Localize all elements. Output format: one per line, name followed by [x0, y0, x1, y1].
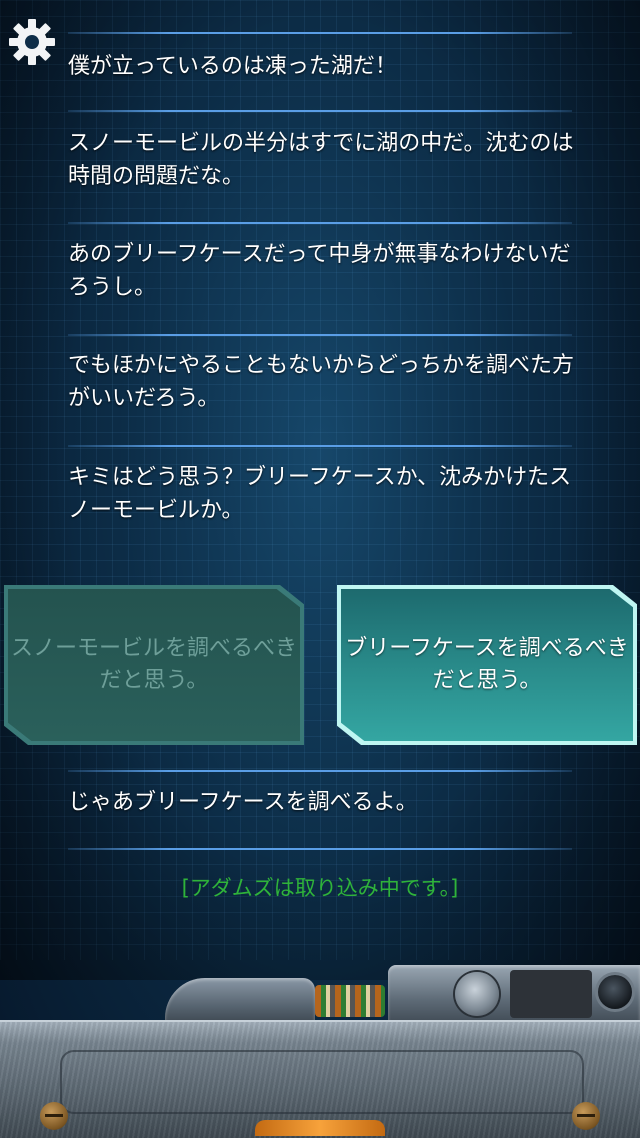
- dial-knob-icon: [455, 972, 499, 1016]
- device-bevel: [60, 1050, 584, 1114]
- message-separator: [68, 848, 572, 850]
- message-separator: [68, 32, 572, 34]
- message-separator: [68, 770, 572, 772]
- gear-icon[interactable]: [6, 16, 58, 68]
- reply-line: じゃあブリーフケースを調べるよ。: [68, 790, 418, 815]
- message-line: でもほかにやることもないからどっちかを調べた方がいいだろう。: [68, 353, 575, 411]
- message-line: 僕が立っているのは凍った湖だ！: [68, 54, 397, 79]
- device-glow: [255, 1120, 385, 1136]
- message-line: スノーモービルの半分はすでに湖の中だ。沈むのは時間の問題だな。: [68, 131, 574, 189]
- message-separator: [68, 222, 572, 224]
- device-housing-left: [165, 978, 315, 1026]
- message-line: キミはどう思う？ブリーフケースか、沈みかけたスノーモービルか。: [68, 465, 572, 523]
- screw-icon: [572, 1102, 600, 1130]
- choice-briefcase-button[interactable]: ブリーフケースを調べるべきだと思う。: [337, 585, 637, 745]
- device-panel: [510, 970, 592, 1018]
- screw-icon: [40, 1102, 68, 1130]
- wires-decoration: [315, 985, 385, 1017]
- message-line: あのブリーフケースだって中身が無事なわけないだろうし。: [68, 242, 571, 300]
- indicator-light-icon: [598, 975, 632, 1009]
- message-separator: [68, 334, 572, 336]
- message-separator: [68, 445, 572, 447]
- choice-snowmobile-button[interactable]: スノーモービルを調べるべきだと思う。: [4, 585, 304, 745]
- choice-label: ブリーフケースを調べるべきだと思う。: [345, 636, 629, 693]
- status-text: [アダムズは取り込み中です。]: [181, 876, 459, 900]
- choice-label: スノーモービルを調べるべきだと思う。: [10, 636, 297, 693]
- message-separator: [68, 110, 572, 112]
